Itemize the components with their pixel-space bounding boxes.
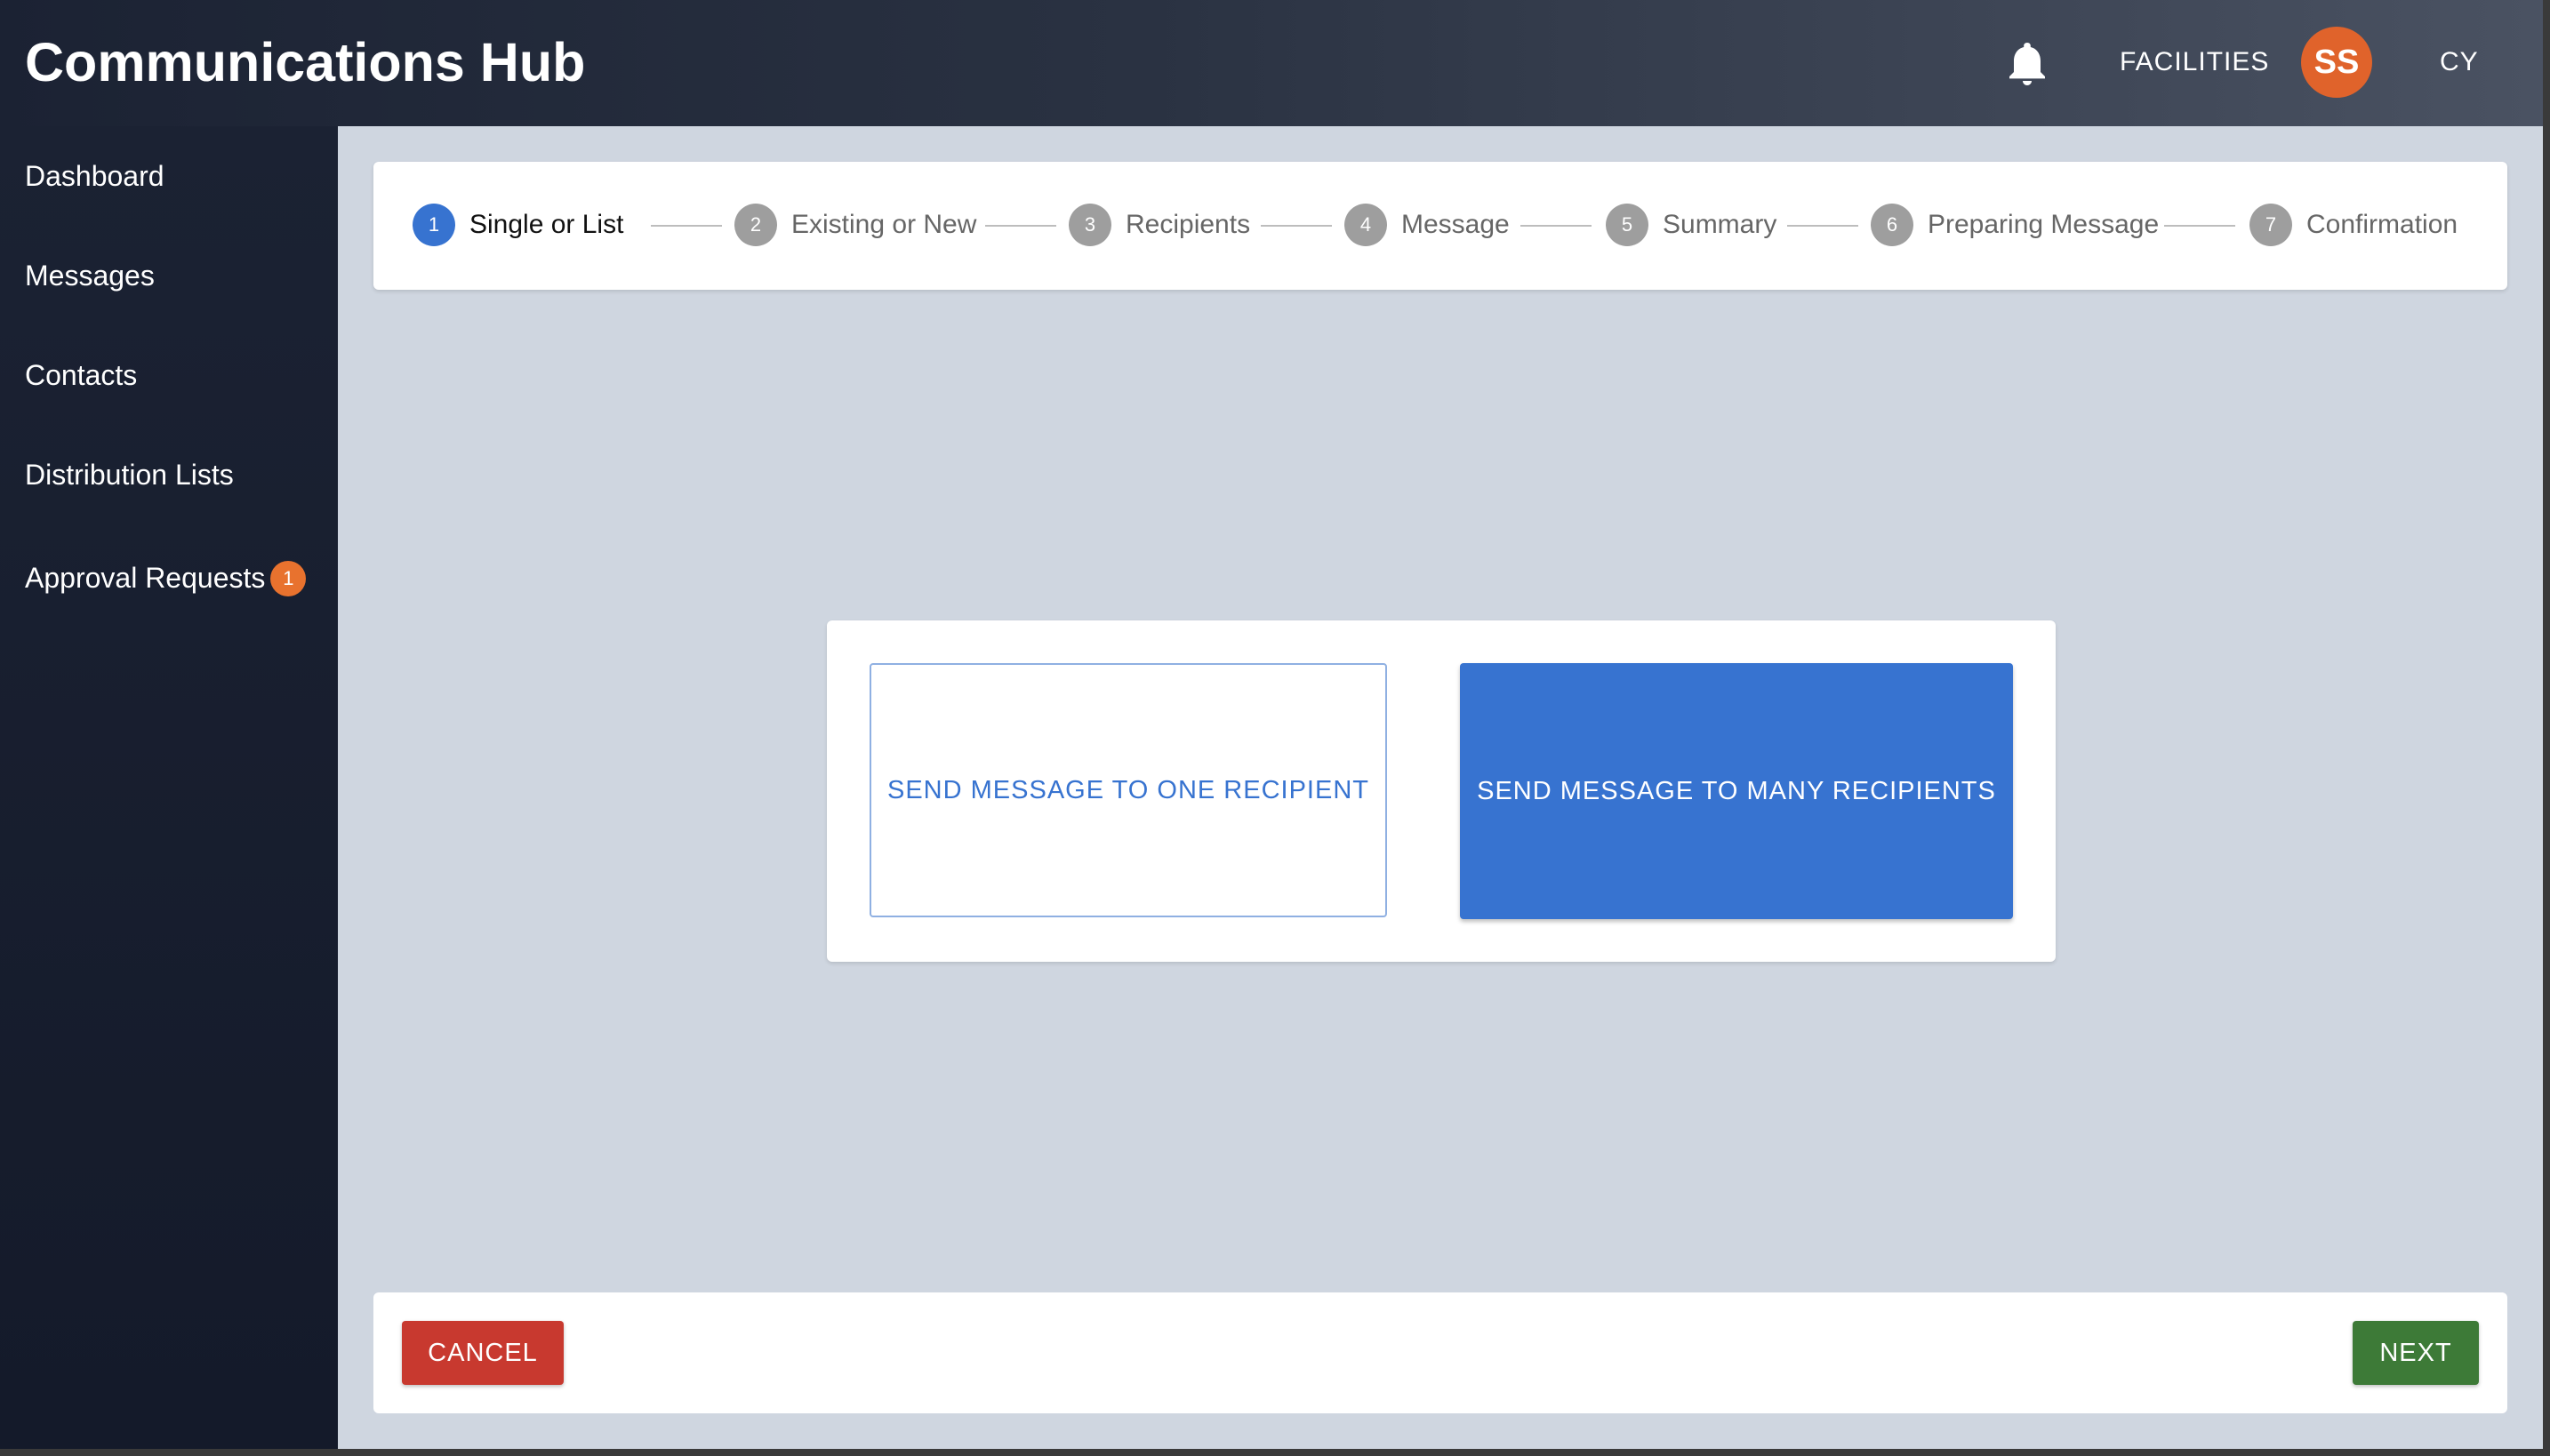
step-connector	[1261, 225, 1332, 227]
step-label: Confirmation	[2306, 210, 2458, 239]
main-content: 1 Single or List 2 Existing or New 3 Rec…	[338, 126, 2543, 1449]
step-recipients: 3 Recipients	[1069, 203, 1250, 247]
step-label: Existing or New	[791, 210, 977, 239]
recipient-type-card: SEND MESSAGE TO ONE RECIPIENT SEND MESSA…	[827, 620, 2056, 962]
sidebar-item-messages[interactable]: Messages	[25, 254, 155, 297]
bell-icon[interactable]	[2006, 41, 2049, 87]
next-button[interactable]: NEXT	[2353, 1321, 2479, 1385]
user-menu-button[interactable]: CY	[2440, 43, 2479, 82]
send-to-many-recipients-button[interactable]: SEND MESSAGE TO MANY RECIPIENTS	[1460, 663, 2013, 919]
sidebar-item-distribution-lists[interactable]: Distribution Lists	[25, 453, 234, 496]
sidebar-item-dashboard[interactable]: Dashboard	[25, 155, 164, 197]
stepper: 1 Single or List 2 Existing or New 3 Rec…	[373, 162, 2507, 290]
step-preparing-message: 6 Preparing Message	[1871, 203, 2159, 247]
step-connector	[1787, 225, 1858, 227]
step-number: 7	[2249, 204, 2292, 246]
window-edge	[0, 1449, 2550, 1456]
step-label: Recipients	[1126, 210, 1251, 239]
app-title: Communications Hub	[25, 32, 586, 92]
step-number: 5	[1606, 204, 1648, 246]
notification-count-badge: 1	[270, 560, 307, 596]
sidebar: Dashboard Messages Contacts Distribution…	[0, 126, 338, 1449]
step-confirmation: 7 Confirmation	[2249, 203, 2458, 247]
step-label: Message	[1401, 210, 1510, 239]
facilities-menu-button[interactable]: FACILITIES	[2120, 43, 2269, 82]
step-number: 1	[413, 204, 455, 246]
step-connector	[651, 225, 722, 227]
sidebar-item-approval-requests[interactable]: Approval Requests 1	[25, 556, 307, 599]
avatar[interactable]: SS	[2301, 27, 2372, 98]
step-message: 4 Message	[1344, 203, 1510, 247]
step-number: 3	[1069, 204, 1111, 246]
step-single-or-list: 1 Single or List	[413, 203, 623, 247]
step-number: 6	[1871, 204, 1913, 246]
step-connector	[2164, 225, 2235, 227]
cancel-button[interactable]: CANCEL	[402, 1321, 564, 1385]
step-existing-or-new: 2 Existing or New	[734, 203, 976, 247]
window-edge	[2543, 0, 2550, 1456]
step-summary: 5 Summary	[1606, 203, 1776, 247]
step-label: Preparing Message	[1928, 210, 2160, 239]
sidebar-item-contacts[interactable]: Contacts	[25, 354, 137, 396]
step-number: 2	[734, 204, 777, 246]
top-app-bar: Communications Hub FACILITIES SS CY	[0, 0, 2543, 126]
step-connector	[985, 225, 1056, 227]
sidebar-item-label: Approval Requests	[25, 562, 266, 594]
wizard-footer: CANCEL NEXT	[373, 1292, 2507, 1413]
step-label: Summary	[1663, 210, 1777, 239]
step-label: Single or List	[469, 210, 624, 239]
send-to-one-recipient-button[interactable]: SEND MESSAGE TO ONE RECIPIENT	[870, 663, 1387, 917]
step-number: 4	[1344, 204, 1387, 246]
step-connector	[1520, 225, 1592, 227]
